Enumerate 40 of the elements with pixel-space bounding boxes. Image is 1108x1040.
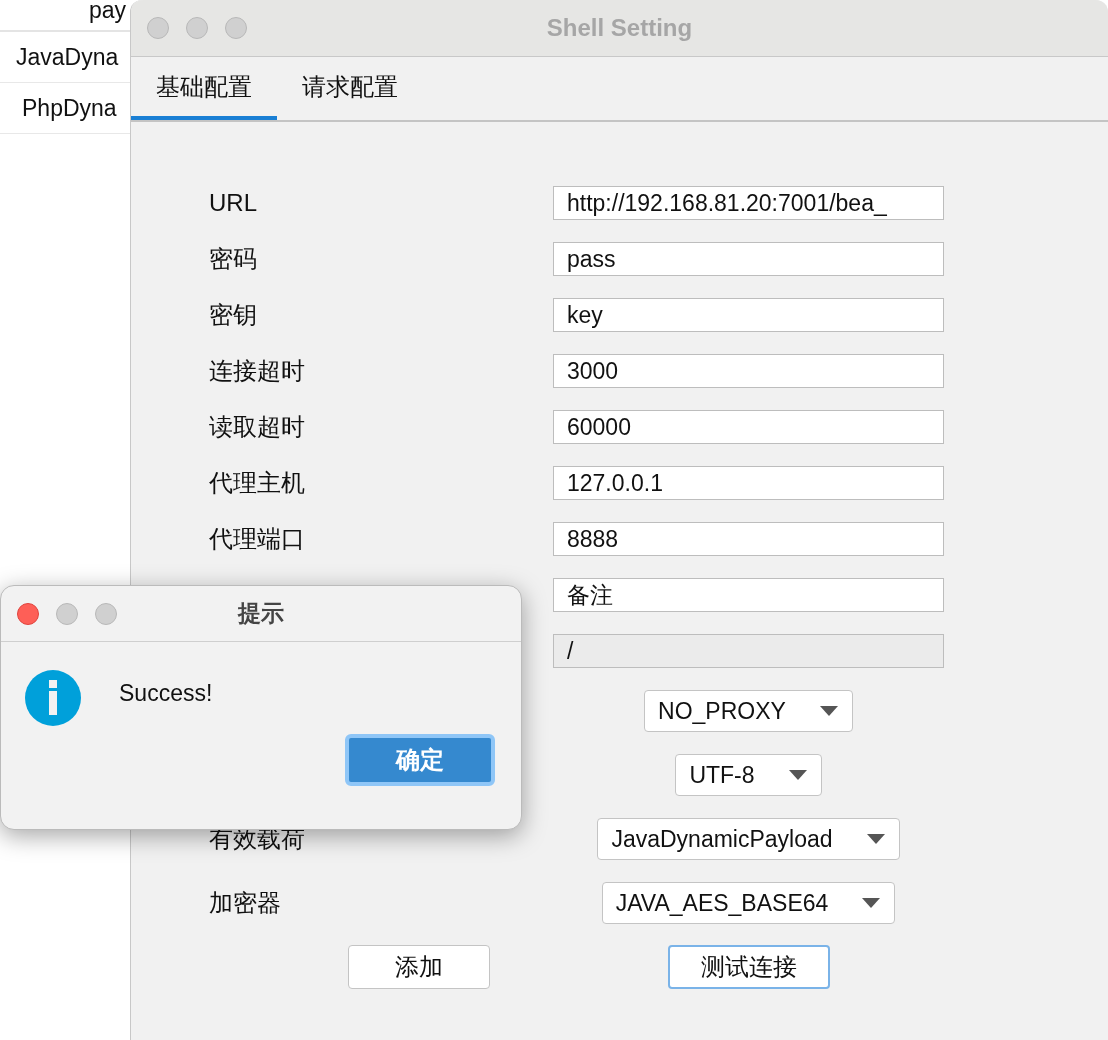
input-field: / — [553, 634, 944, 668]
field-label: 连接超时 — [209, 356, 306, 386]
dropdown[interactable]: NO_PROXY — [644, 690, 853, 732]
field-label: 密钥 — [209, 300, 258, 330]
minimize-button[interactable] — [56, 602, 78, 625]
input-field[interactable]: http://192.168.81.20:7001/bea_ — [553, 186, 944, 220]
input-field[interactable]: 60000 — [553, 410, 944, 444]
zoom-button[interactable] — [225, 17, 247, 39]
info-icon — [25, 670, 81, 726]
zoom-button[interactable] — [95, 602, 117, 625]
close-button[interactable] — [17, 602, 39, 625]
ok-button[interactable]: 确定 — [345, 734, 495, 786]
close-button[interactable] — [147, 17, 169, 39]
field-label: URL — [209, 189, 258, 217]
window-title: Shell Setting — [546, 14, 693, 42]
push-button[interactable]: 测试连接 — [668, 945, 830, 989]
field-label: 代理端口 — [209, 524, 306, 554]
field-label: 读取超时 — [209, 412, 306, 442]
dropdown[interactable]: UTF-8 — [675, 754, 822, 796]
dialog-message: Success! — [119, 679, 213, 707]
field-label: 代理主机 — [209, 468, 306, 498]
input-field[interactable]: pass — [553, 242, 944, 276]
tab[interactable]: 基础配置 — [131, 57, 277, 120]
input-field[interactable]: 3000 — [553, 354, 944, 388]
caret-icon — [862, 898, 881, 908]
caret-icon — [866, 834, 885, 844]
tab[interactable]: 请求配置 — [277, 57, 423, 120]
input-field[interactable]: 8888 — [553, 522, 944, 556]
minimize-button[interactable] — [186, 17, 208, 39]
field-label: 加密器 — [209, 888, 282, 918]
input-field[interactable]: key — [553, 298, 944, 332]
push-button[interactable]: 添加 — [348, 945, 490, 989]
dialog-title: 提示 — [238, 599, 284, 628]
caret-icon — [819, 706, 838, 716]
input-field[interactable]: 127.0.0.1 — [553, 466, 944, 500]
input-field[interactable]: 备注 — [553, 578, 944, 612]
dropdown[interactable]: JavaDynamicPayload — [597, 818, 900, 860]
caret-icon — [788, 770, 807, 780]
dropdown[interactable]: JAVA_AES_BASE64 — [601, 882, 896, 924]
field-label: 密码 — [209, 244, 258, 274]
